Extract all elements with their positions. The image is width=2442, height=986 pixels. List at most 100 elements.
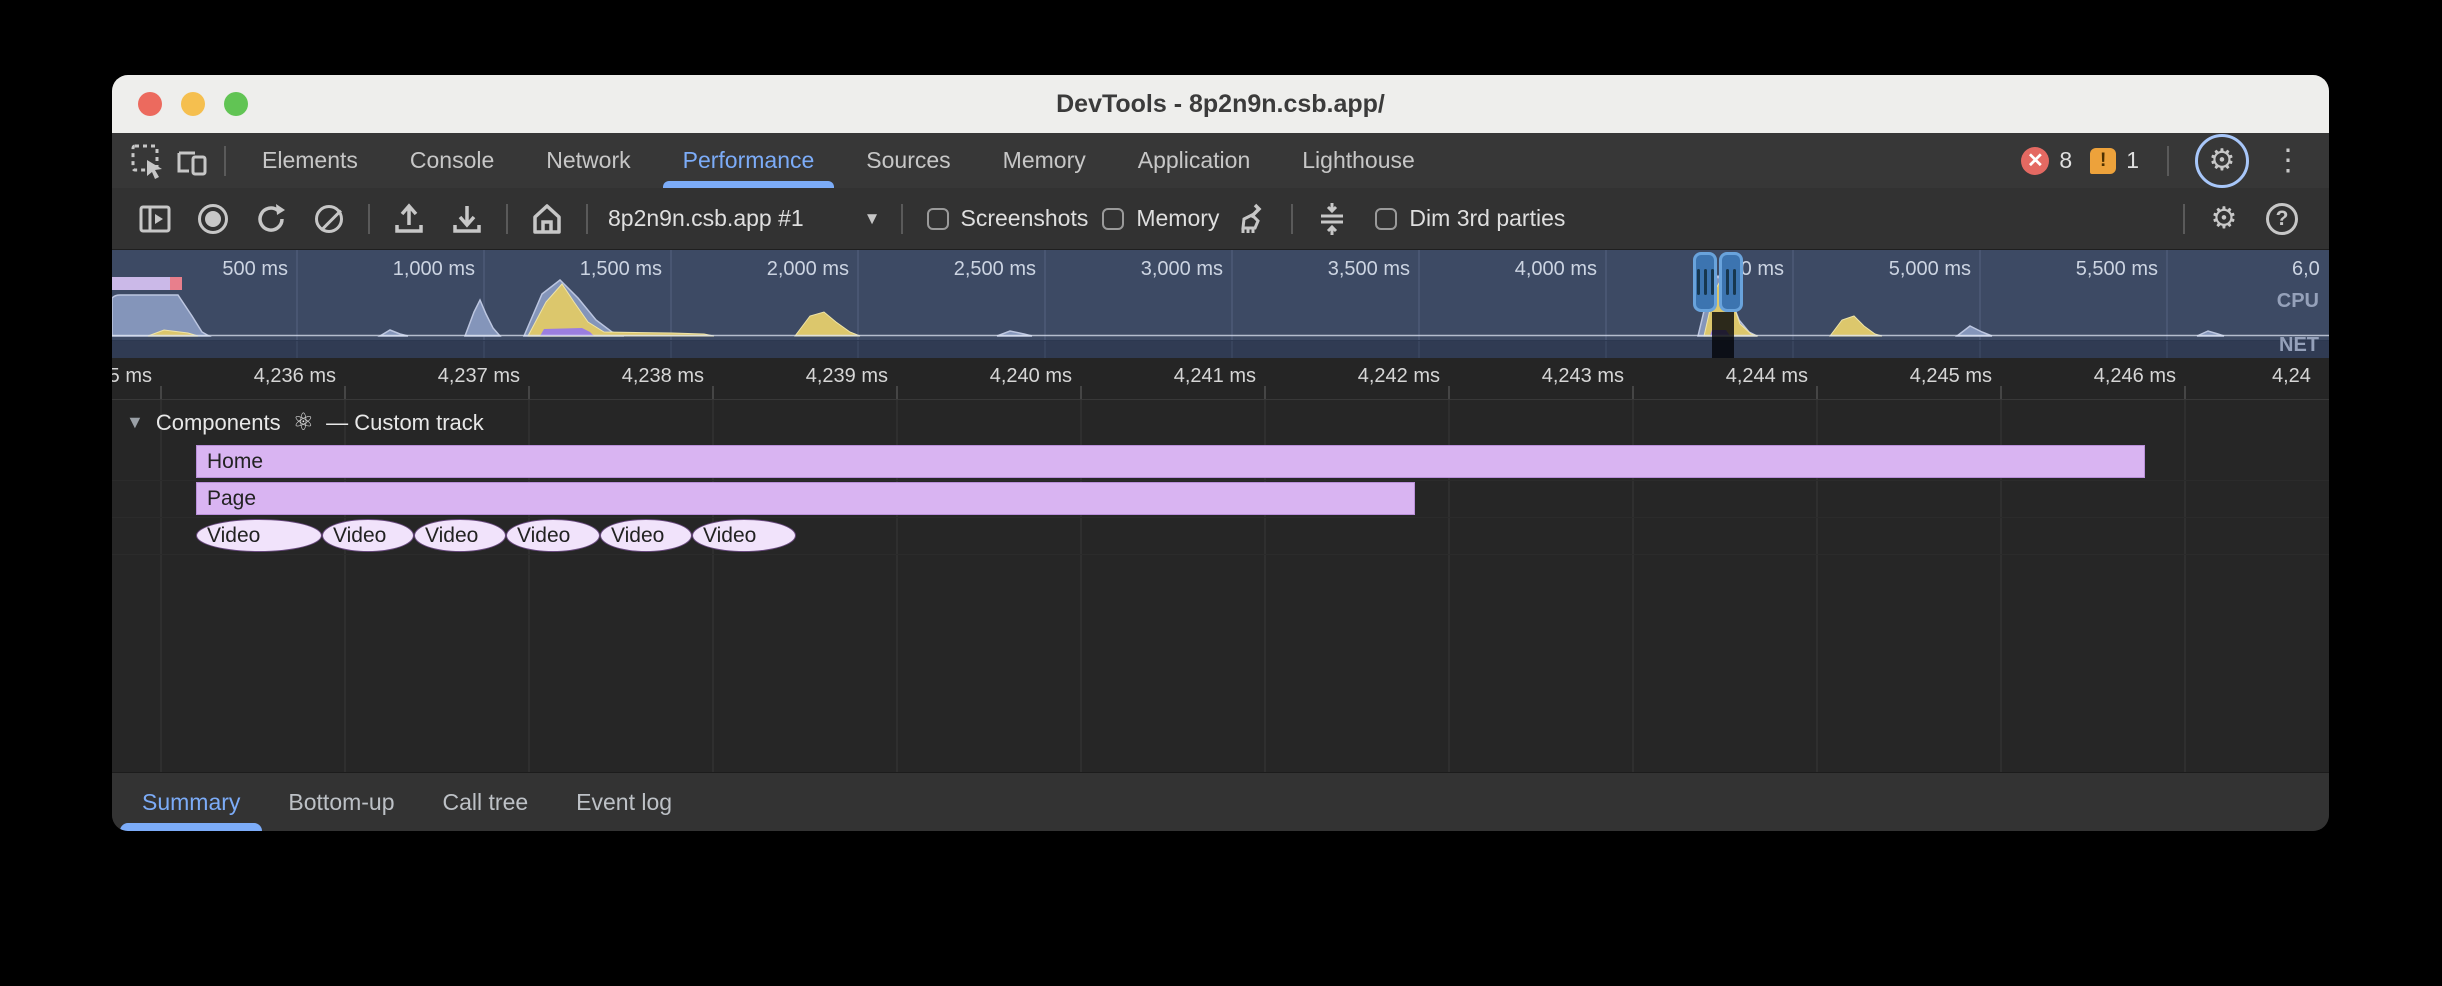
memory-checkbox[interactable] [1102, 208, 1124, 230]
settings-gear-icon[interactable]: ⚙ [2209, 146, 2236, 176]
ruler-label: 4,238 ms [622, 365, 704, 388]
flame-bar-video[interactable]: Video [600, 519, 692, 552]
flame-bar-page[interactable]: Page [196, 482, 1415, 515]
ruler-label: 4,237 ms [438, 365, 520, 388]
flame-bar-video[interactable]: Video [322, 519, 414, 552]
devtools-window: DevTools - 8p2n9n.csb.app/ ElementsConso… [112, 75, 2329, 831]
flame-bar-video[interactable]: Video [196, 519, 322, 552]
clear-icon[interactable] [306, 196, 352, 242]
more-menu-icon[interactable]: ⋮ [2265, 143, 2311, 178]
selection-handle-right[interactable] [1719, 252, 1743, 312]
flame-bar-video[interactable]: Video [692, 519, 796, 552]
download-icon[interactable] [444, 196, 490, 242]
gc-broom-icon[interactable] [1229, 196, 1275, 242]
warning-count[interactable]: 1 [2126, 147, 2139, 174]
help-icon[interactable]: ? [2259, 196, 2305, 242]
details-tab-call-tree[interactable]: Call tree [419, 773, 553, 831]
target-select-value: 8p2n9n.csb.app #1 [608, 205, 804, 232]
ruler-tick [160, 386, 162, 399]
upload-icon[interactable] [386, 196, 432, 242]
ruler-tick [2184, 386, 2186, 399]
tab-sources[interactable]: Sources [840, 133, 976, 188]
tab-memory[interactable]: Memory [977, 133, 1112, 188]
ruler-tick [1816, 386, 1818, 399]
ruler-label: 4,241 ms [1174, 365, 1256, 388]
compress-icon[interactable] [1309, 196, 1355, 242]
flame-bar-home[interactable]: Home [196, 445, 2145, 478]
overview-tick-label: 5,500 ms [2076, 258, 2158, 281]
warning-icon[interactable]: ! [2090, 148, 2116, 174]
track-title-suffix: — Custom track [326, 410, 484, 436]
inspect-icon[interactable] [126, 139, 170, 183]
close-button[interactable] [138, 92, 162, 116]
ruler-label: 4,243 ms [1542, 365, 1624, 388]
disclosure-triangle-icon[interactable]: ▼ [126, 412, 144, 433]
divider [368, 204, 370, 234]
screenshots-label[interactable]: Screenshots [961, 205, 1089, 232]
ruler-tick [344, 386, 346, 399]
ruler-tick [1448, 386, 1450, 399]
overview-tick-label: 500 ms [222, 258, 288, 281]
tab-application[interactable]: Application [1112, 133, 1277, 188]
ruler-label: 4,244 ms [1726, 365, 1808, 388]
cpu-lane-label: CPU [2277, 290, 2319, 313]
performance-toolbar: 8p2n9n.csb.app #1 ▼ Screenshots Memory D… [112, 188, 2329, 250]
ruler-tick [2000, 386, 2002, 399]
details-tab-bar: SummaryBottom-upCall treeEvent log [112, 772, 2329, 831]
zoom-button[interactable] [224, 92, 248, 116]
error-count[interactable]: 8 [2059, 147, 2072, 174]
timeline-ruler[interactable]: 35 ms4,236 ms4,237 ms4,238 ms4,239 ms4,2… [112, 358, 2329, 400]
overview-tick-label: 1,000 ms [393, 258, 475, 281]
title-bar: DevTools - 8p2n9n.csb.app/ [112, 75, 2329, 133]
tab-performance[interactable]: Performance [657, 133, 841, 188]
overview-tick-label: 3,500 ms [1328, 258, 1410, 281]
content-gridline [160, 400, 162, 772]
settings-gear-highlight[interactable]: ⚙ [2195, 134, 2249, 188]
tab-console[interactable]: Console [384, 133, 520, 188]
selection-handle-left[interactable] [1693, 252, 1717, 312]
ruler-label: 4,242 ms [1358, 365, 1440, 388]
details-tab-summary[interactable]: Summary [118, 773, 264, 831]
details-tab-bottom-up[interactable]: Bottom-up [264, 773, 418, 831]
ruler-label: 4,240 ms [990, 365, 1072, 388]
flame-bar-video[interactable]: Video [506, 519, 600, 552]
details-tab-event-log[interactable]: Event log [552, 773, 696, 831]
ruler-label: 4,246 ms [2094, 365, 2176, 388]
overview-tick-label: 3,000 ms [1141, 258, 1223, 281]
track-header-components[interactable]: ▼ Components ⚛ — Custom track [126, 408, 484, 437]
flame-bar-video[interactable]: Video [414, 519, 506, 552]
selection-range[interactable] [1712, 312, 1734, 358]
screenshots-checkbox[interactable] [927, 208, 949, 230]
ruler-tick [528, 386, 530, 399]
divider [224, 146, 226, 176]
dim-3rd-parties-checkbox[interactable] [1375, 208, 1397, 230]
device-toolbar-icon[interactable] [170, 139, 214, 183]
record-icon[interactable] [190, 196, 236, 242]
tab-network[interactable]: Network [520, 133, 656, 188]
capture-settings-gear-icon[interactable]: ⚙ [2201, 196, 2247, 242]
panel-tabs: ElementsConsoleNetworkPerformanceSources… [236, 133, 1441, 188]
ruler-tick [1080, 386, 1082, 399]
divider [2183, 204, 2185, 234]
timeline-overview[interactable]: 500 ms1,000 ms1,500 ms2,000 ms2,500 ms3,… [112, 250, 2329, 358]
divider [506, 204, 508, 234]
minimize-button[interactable] [181, 92, 205, 116]
target-select[interactable]: 8p2n9n.csb.app #1 ▼ [598, 205, 891, 232]
memory-label[interactable]: Memory [1136, 205, 1219, 232]
home-icon[interactable] [524, 196, 570, 242]
window-title: DevTools - 8p2n9n.csb.app/ [1056, 90, 1385, 119]
ruler-label: 4,245 ms [1910, 365, 1992, 388]
tab-lighthouse[interactable]: Lighthouse [1276, 133, 1441, 188]
content-gridline [2184, 400, 2186, 772]
overview-tick-label: 4,000 ms [1515, 258, 1597, 281]
panel-left-icon[interactable] [132, 196, 178, 242]
overview-tick-label: 2,000 ms [767, 258, 849, 281]
devtools-tab-bar: ElementsConsoleNetworkPerformanceSources… [112, 133, 2329, 188]
error-icon[interactable]: ✕ [2021, 147, 2049, 175]
flame-chart-area[interactable]: ▼ Components ⚛ — Custom track Home Page Vi… [112, 400, 2329, 772]
tab-elements[interactable]: Elements [236, 133, 384, 188]
divider [901, 204, 903, 234]
net-lane [112, 340, 2329, 358]
dim-3rd-parties-label[interactable]: Dim 3rd parties [1409, 205, 1565, 232]
reload-icon[interactable] [248, 196, 294, 242]
